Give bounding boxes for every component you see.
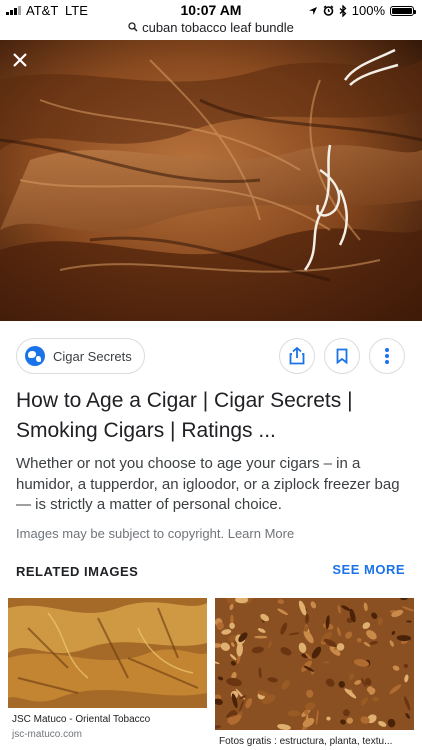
search-query: cuban tobacco leaf bundle	[142, 20, 294, 35]
related-image	[8, 598, 207, 708]
bookmark-icon	[336, 348, 348, 364]
globe-icon	[25, 346, 45, 366]
related-image-site: jsc-matuco.com	[12, 729, 83, 740]
battery-icon	[390, 5, 416, 16]
url-bar[interactable]: cuban tobacco leaf bundle	[0, 20, 422, 38]
battery-percent: 100%	[351, 3, 385, 18]
related-image-card[interactable]: JSC Matuco - Oriental Tobacco jsc-matuco…	[8, 598, 207, 740]
share-icon	[289, 347, 305, 365]
see-more-link[interactable]: SEE MORE	[332, 562, 405, 577]
more-options-button[interactable]	[369, 338, 405, 374]
copyright-notice: Images may be subject to copyright. Lear…	[16, 526, 295, 541]
source-name: Cigar Secrets	[53, 348, 132, 364]
related-image-card[interactable]: Fotos gratis : estructura, planta, textu…	[215, 598, 414, 747]
result-title[interactable]: How to Age a Cigar | Cigar Secrets | Smo…	[16, 386, 411, 446]
close-button[interactable]	[12, 52, 36, 76]
more-vert-icon	[385, 348, 389, 364]
hero-image	[0, 40, 422, 321]
close-icon	[13, 53, 27, 67]
location-arrow-icon	[308, 6, 317, 15]
bluetooth-icon	[339, 4, 347, 17]
status-bar: AT&T LTE 10:07 AM 100%	[0, 0, 422, 20]
search-icon	[128, 22, 138, 35]
result-description: Whether or not you choose to age your ci…	[16, 455, 400, 513]
related-image-caption: Fotos gratis : estructura, planta, textu…	[219, 736, 393, 747]
alarm-icon	[323, 5, 334, 16]
related-image	[215, 598, 414, 730]
bookmark-button[interactable]	[324, 338, 360, 374]
related-image-caption: JSC Matuco - Oriental Tobacco	[12, 714, 151, 725]
source-chip[interactable]: Cigar Secrets	[16, 338, 145, 374]
share-button[interactable]	[279, 338, 315, 374]
related-images-heading: RELATED IMAGES	[16, 564, 139, 579]
status-right: 100%	[308, 3, 416, 18]
